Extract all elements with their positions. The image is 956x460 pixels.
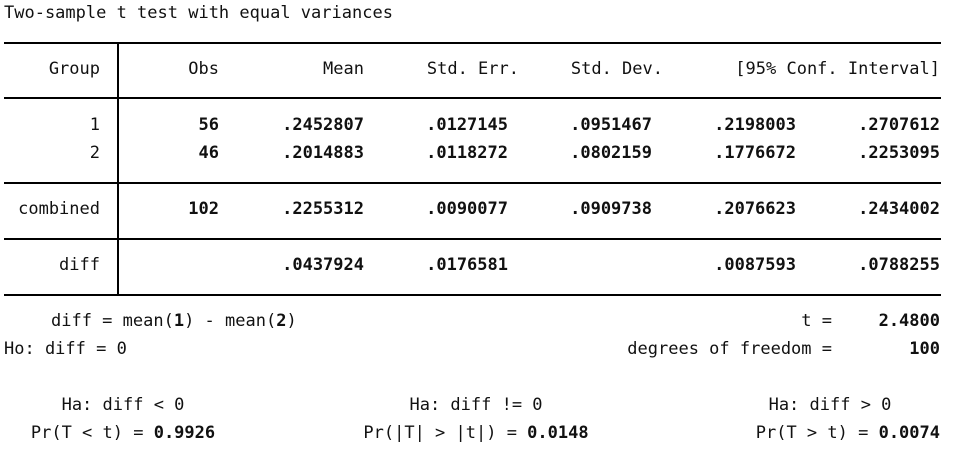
combined-rule xyxy=(4,238,941,240)
header-mean: Mean xyxy=(323,59,364,79)
diff-std-err: .0176581 xyxy=(426,255,508,275)
diff-definition-text: diff = mean( xyxy=(51,311,174,331)
diff-definition-text: ) - mean( xyxy=(184,311,277,331)
combined-std-err: .0090077 xyxy=(426,199,508,219)
p-value-number: 0.0148 xyxy=(527,423,589,443)
header-std-dev: Std. Dev. xyxy=(570,59,663,79)
alt-hypothesis-greater: Ha: diff > 0 xyxy=(768,395,892,415)
df-value: 100 xyxy=(909,339,940,359)
group-column-divider xyxy=(117,43,119,295)
header-rule xyxy=(4,97,941,99)
header-conf-interval: [95% Conf. Interval] xyxy=(735,59,940,79)
df-label: degrees of freedom = xyxy=(627,339,832,359)
p-value-label: Pr(|T| > |t|) = xyxy=(363,423,528,443)
row-mean: .2014883 xyxy=(282,143,364,163)
p-value-number: 0.9926 xyxy=(153,423,216,443)
p-value-number: 0.0074 xyxy=(878,423,940,443)
combined-obs: 102 xyxy=(188,199,219,219)
row-std-dev: .0951467 xyxy=(570,115,652,135)
header-group: Group xyxy=(48,59,100,79)
diff-definition-text: ) xyxy=(286,311,297,331)
header-std-err: Std. Err. xyxy=(426,59,519,79)
row-obs: 56 xyxy=(198,115,219,135)
diff-ci-low: .0087593 xyxy=(714,255,796,275)
combined-ci-high: .2434002 xyxy=(858,199,940,219)
p-value-not-equal: Pr(|T| > |t|) = 0.0148 xyxy=(336,423,616,443)
null-hypothesis: Ho: diff = 0 xyxy=(4,339,127,359)
table-bottom-rule xyxy=(4,294,941,296)
row-std-err: .0118272 xyxy=(426,143,508,163)
output-title: Two-sample t test with equal variances xyxy=(4,3,393,23)
row-ci-low: .2198003 xyxy=(714,115,796,135)
row-obs: 46 xyxy=(198,143,219,163)
diff-mean: .0437924 xyxy=(282,255,364,275)
alt-hypothesis-not-equal: Ha: diff != 0 xyxy=(409,395,543,415)
p-value-label: Pr(T > t) = xyxy=(755,423,879,443)
combined-group: combined xyxy=(18,199,100,219)
diff-definition: diff = mean(1) - mean(2) xyxy=(51,311,297,331)
combined-std-dev: .0909738 xyxy=(570,199,652,219)
row-group: 1 xyxy=(89,115,100,135)
row-std-err: .0127145 xyxy=(426,115,508,135)
t-stat-label: t = xyxy=(801,311,832,331)
diff-group: diff xyxy=(59,255,100,275)
t-stat-value: 2.4800 xyxy=(878,311,940,331)
row-ci-low: .1776672 xyxy=(714,143,796,163)
p-value-label: Pr(T < t) = xyxy=(30,423,154,443)
combined-mean: .2255312 xyxy=(282,199,364,219)
row-ci-high: .2707612 xyxy=(858,115,940,135)
row-group: 2 xyxy=(89,143,100,163)
header-obs: Obs xyxy=(188,59,219,79)
row-std-dev: .0802159 xyxy=(570,143,652,163)
groups-rule xyxy=(4,182,941,184)
diff-definition-group1: 1 xyxy=(173,311,185,331)
table-top-rule xyxy=(4,42,941,44)
row-ci-high: .2253095 xyxy=(858,143,940,163)
alt-hypothesis-less: Ha: diff < 0 xyxy=(61,395,185,415)
diff-ci-high: .0788255 xyxy=(858,255,940,275)
combined-ci-low: .2076623 xyxy=(714,199,796,219)
diff-definition-group2: 2 xyxy=(276,311,287,331)
row-mean: .2452807 xyxy=(282,115,364,135)
p-value-greater: Pr(T > t) = 0.0074 xyxy=(700,423,940,443)
p-value-less: Pr(T < t) = 0.9926 xyxy=(0,423,246,443)
